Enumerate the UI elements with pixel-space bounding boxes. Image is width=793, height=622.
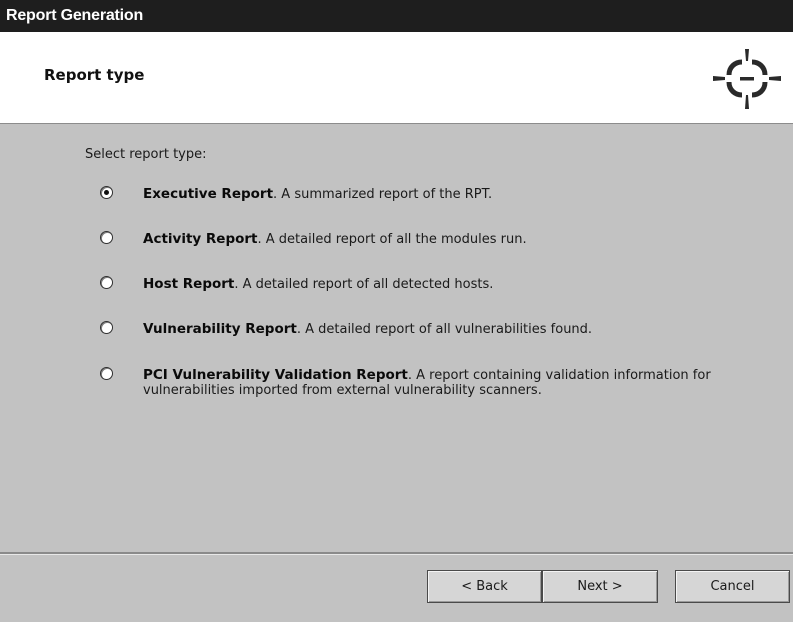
radio-activity-report[interactable] — [100, 231, 113, 244]
option-name: Executive Report — [143, 186, 274, 202]
option-label: Executive Report. A summarized report of… — [143, 186, 788, 203]
option-label: Host Report. A detailed report of all de… — [143, 276, 788, 293]
option-name: Vulnerability Report — [143, 321, 297, 337]
option-label: Vulnerability Report. A detailed report … — [143, 321, 788, 338]
option-name: Activity Report — [143, 231, 258, 247]
option-description: . A summarized report of the RPT. — [273, 187, 493, 202]
option-label: PCI Vulnerability Validation Report. A r… — [143, 367, 788, 399]
radio-vulnerability-report[interactable] — [100, 321, 113, 334]
option-description: . A detailed report of all vulnerabiliti… — [296, 322, 593, 337]
option-label: Activity Report. A detailed report of al… — [143, 231, 788, 248]
option-name: Host Report — [143, 276, 235, 292]
wizard-footer: < Back Next > Cancel — [0, 555, 793, 622]
window-title: Report Generation — [0, 0, 793, 32]
radio-pci-vulnerability-validation-report[interactable] — [100, 367, 113, 380]
select-report-type-label: Select report type: — [85, 147, 207, 162]
back-button[interactable]: < Back — [427, 570, 542, 603]
wizard-header: Report type — [0, 32, 793, 124]
option-name: PCI Vulnerability Validation Report — [143, 367, 408, 383]
radio-executive-report[interactable] — [100, 186, 113, 199]
crosshair-logo-icon — [713, 49, 781, 109]
option-description: . A detailed report of all the modules r… — [257, 232, 527, 247]
page-title: Report type — [44, 66, 145, 84]
radio-selected-dot — [104, 190, 109, 195]
report-type-panel: Select report type: Executive Report. A … — [0, 124, 793, 552]
cancel-button[interactable]: Cancel — [675, 570, 790, 603]
option-description: . A detailed report of all detected host… — [234, 277, 494, 292]
next-button[interactable]: Next > — [542, 570, 658, 603]
radio-host-report[interactable] — [100, 276, 113, 289]
